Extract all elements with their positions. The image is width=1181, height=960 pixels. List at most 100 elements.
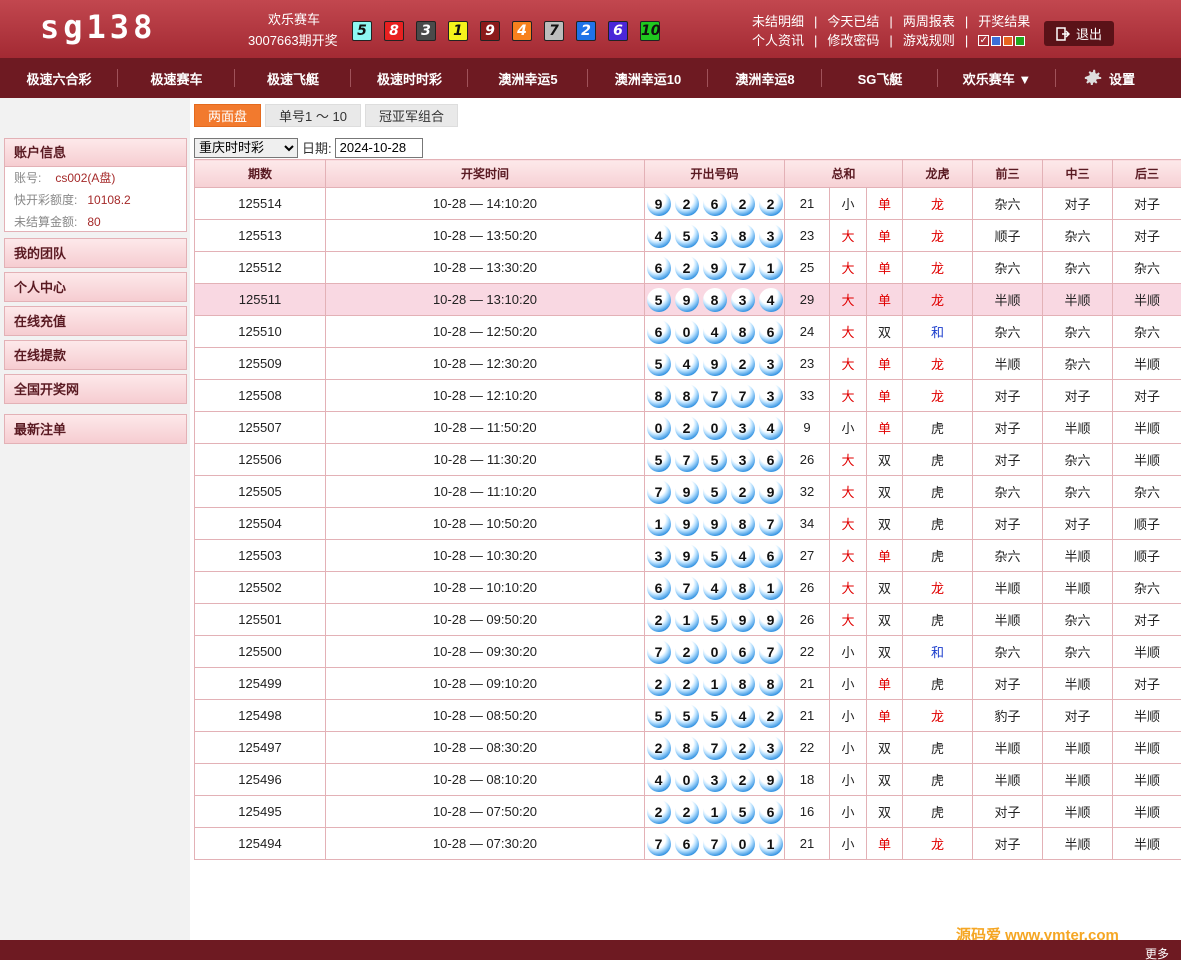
middle-three-cell: 对子 [1042, 699, 1114, 732]
size-cell: 大 [829, 347, 867, 380]
date-input[interactable] [334, 137, 423, 158]
more-link[interactable]: 更多 [1145, 945, 1169, 960]
sidebar-item[interactable]: 个人中心 [4, 272, 187, 302]
number-ball: 5 [702, 703, 727, 728]
account-value: 10108.2 [87, 193, 131, 207]
nav-item[interactable]: 欢乐赛车 ▼ [938, 58, 1056, 98]
size-cell: 大 [829, 443, 867, 476]
sidebar-item-latest-bets[interactable]: 最新注单 [4, 414, 187, 444]
theme-color-swatch[interactable] [1003, 35, 1014, 46]
tab[interactable]: 冠亚军组合 [364, 104, 458, 127]
number-ball: 6 [730, 639, 755, 664]
number-ball: 5 [702, 543, 727, 568]
nav-item[interactable]: 澳洲幸运5 [468, 58, 588, 98]
link-separator: | [814, 14, 818, 29]
table-row: 125498 10-28 — 08:50:20 5 5 5 4 2 21 小单龙豹子 对子 半顺 [194, 699, 1181, 732]
middle-three-cell: 杂六 [1042, 475, 1114, 508]
issue-cell: 125505 [194, 475, 326, 508]
sidebar-item[interactable]: 在线充值 [4, 306, 187, 336]
checkbox-icon[interactable]: ✓ [978, 35, 990, 46]
draw-time-cell: 10-28 — 13:10:20 [325, 283, 645, 316]
number-ball: 3 [730, 287, 755, 312]
dragon-tiger-cell: 龙 [902, 827, 974, 860]
middle-three-cell: 半顺 [1042, 795, 1114, 828]
top-link[interactable]: 两周报表 [903, 12, 955, 31]
parity-cell: 双 [865, 635, 904, 668]
sum-cell: 25 [784, 251, 830, 284]
parity-cell: 单 [865, 411, 904, 444]
draw-time-cell: 10-28 — 09:10:20 [325, 667, 645, 700]
sum-cell: 22 [784, 731, 830, 764]
number-ball: 8 [730, 511, 755, 536]
top-link[interactable]: 修改密码 [827, 31, 879, 50]
tab[interactable]: 单号1 ～ 10 [265, 104, 361, 127]
nav-item[interactable]: 极速六合彩 [0, 58, 118, 98]
table-row: 125503 10-28 — 10:30:20 3 9 5 4 6 27 大单虎杂六 半顺 顺子 [194, 539, 1181, 572]
account-key: 账号: [14, 171, 42, 185]
logout-button[interactable]: 退出 [1044, 21, 1114, 46]
top-link[interactable]: 开奖结果 [978, 12, 1030, 31]
nav-item[interactable]: SG飞艇 [822, 58, 938, 98]
top-link[interactable]: 游戏规则 [903, 31, 955, 50]
front-three-cell: 半顺 [972, 283, 1044, 316]
sum-cell: 18 [784, 763, 830, 796]
nav-item[interactable]: 极速飞艇 [235, 58, 351, 98]
number-ball: 4 [674, 351, 699, 376]
latest-number-box: 1 [448, 21, 468, 41]
number-ball: 7 [702, 735, 727, 760]
number-ball: 0 [674, 767, 699, 792]
lottery-select[interactable]: 重庆时时彩 [194, 137, 298, 158]
table-row: 125513 10-28 — 13:50:20 4 5 3 8 3 23 大单龙顺子 杂六 对子 [194, 219, 1181, 252]
sidebar-item[interactable]: 全国开奖网 [4, 374, 187, 404]
nav-item[interactable]: 澳洲幸运10 [588, 58, 708, 98]
filter-bar: 重庆时时彩 日期: [194, 137, 423, 158]
tab[interactable]: 两面盘 [194, 104, 262, 127]
number-ball: 3 [702, 223, 727, 248]
parity-cell: 单 [865, 539, 904, 572]
draw-numbers-cell: 21599 [644, 603, 785, 636]
draw-numbers-cell: 57536 [644, 443, 785, 476]
sum-cell: 34 [784, 507, 830, 540]
header: sg138 欢乐赛车 3007663期开奖 5 8 3 1 9 4 7 2 6 10 未结明细 | 今… [0, 0, 1181, 58]
theme-color-swatch[interactable] [1015, 35, 1026, 46]
draw-numbers-cell: 67481 [644, 571, 785, 604]
draw-numbers-cell: 02034 [644, 411, 785, 444]
number-ball: 4 [758, 415, 783, 440]
front-three-cell: 对子 [972, 667, 1044, 700]
back-three-cell: 半顺 [1112, 795, 1181, 828]
top-link[interactable]: 今天已结 [827, 12, 879, 31]
size-cell: 小 [829, 667, 867, 700]
number-ball: 2 [674, 799, 699, 824]
size-cell: 小 [829, 763, 867, 796]
number-ball: 6 [674, 831, 699, 856]
dragon-tiger-cell: 虎 [902, 731, 974, 764]
number-ball: 7 [646, 831, 671, 856]
nav-item[interactable]: 极速赛车 [118, 58, 235, 98]
top-link[interactable]: 个人资讯 [752, 31, 804, 50]
front-three-cell: 半顺 [972, 347, 1044, 380]
sidebar-item[interactable]: 我的团队 [4, 238, 187, 268]
sum-cell: 23 [784, 219, 830, 252]
nav-item[interactable]: 极速时时彩 [351, 58, 468, 98]
middle-three-cell: 半顺 [1042, 283, 1114, 316]
number-ball: 5 [702, 607, 727, 632]
sum-cell: 16 [784, 795, 830, 828]
nav-settings[interactable]: 设置 [1056, 58, 1161, 98]
sum-cell: 27 [784, 539, 830, 572]
nav-item[interactable]: 澳洲幸运8 [708, 58, 822, 98]
parity-cell: 单 [865, 667, 904, 700]
draw-numbers-cell: 28723 [644, 731, 785, 764]
sum-cell: 21 [784, 699, 830, 732]
number-ball: 8 [702, 287, 727, 312]
top-link[interactable]: 未结明细 [752, 12, 804, 31]
number-balls: 62971 [645, 255, 784, 280]
number-ball: 2 [646, 671, 671, 696]
parity-cell: 单 [865, 827, 904, 860]
theme-color-swatch[interactable] [991, 35, 1002, 46]
issue-cell: 125496 [194, 763, 326, 796]
middle-three-cell: 杂六 [1042, 347, 1114, 380]
sidebar-item[interactable]: 在线提款 [4, 340, 187, 370]
number-ball: 8 [758, 671, 783, 696]
number-ball: 6 [758, 799, 783, 824]
front-three-cell: 对子 [972, 795, 1044, 828]
